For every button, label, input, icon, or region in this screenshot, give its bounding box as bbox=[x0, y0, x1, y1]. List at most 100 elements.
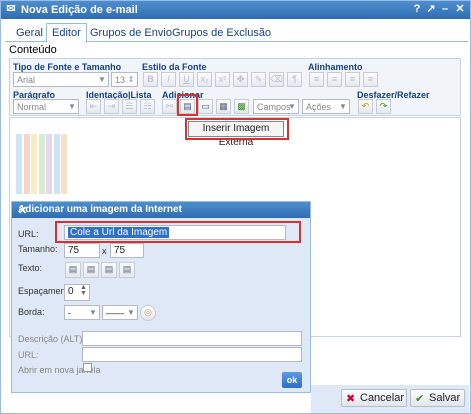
new-window-checkbox[interactable] bbox=[83, 363, 92, 372]
window-app-icon: ✉ bbox=[6, 3, 16, 15]
size-separator: x bbox=[102, 246, 107, 256]
align-center-icon[interactable]: ≡ bbox=[327, 72, 342, 87]
wrap-inline-icon[interactable]: ▤ bbox=[65, 262, 81, 278]
highlight-icon[interactable]: ✎ bbox=[251, 72, 266, 87]
border-color-icon[interactable]: ◎ bbox=[140, 305, 156, 321]
window-title: Nova Edição de e-mail bbox=[21, 4, 138, 16]
tab-editor[interactable]: Editor bbox=[46, 23, 87, 43]
spacing-value: 0 bbox=[68, 286, 74, 297]
bold-icon[interactable]: B bbox=[143, 72, 158, 87]
chevron-down-icon: ▼ bbox=[288, 102, 296, 111]
border-label: Borda: bbox=[18, 307, 45, 317]
check-icon: ✔ bbox=[415, 393, 425, 405]
font-family-value: Arial bbox=[17, 75, 36, 85]
restore-icon[interactable]: ↗ bbox=[425, 3, 437, 16]
tab-grupos-exclusao[interactable]: Grupos de Exclusão bbox=[167, 24, 276, 42]
fields-select[interactable]: Campos ▼ bbox=[253, 99, 299, 114]
chevron-down-icon: ▼ bbox=[98, 75, 106, 84]
save-label: Salvar bbox=[429, 392, 461, 404]
border-style-icon: —— bbox=[106, 308, 124, 318]
link-url-input[interactable] bbox=[82, 347, 302, 362]
chevron-down-icon: ▼ bbox=[127, 308, 135, 317]
height-input[interactable]: 75 bbox=[110, 243, 144, 258]
alt-input[interactable] bbox=[82, 331, 302, 346]
paragraph-value: Normal bbox=[17, 102, 47, 112]
preview-stripe bbox=[61, 134, 67, 194]
clear-format-icon[interactable]: ⌫ bbox=[269, 72, 284, 87]
border-width-value: - bbox=[68, 308, 71, 318]
tab-grupos-envio[interactable]: Grupos de Envio bbox=[85, 24, 177, 42]
width-input[interactable]: 75 bbox=[64, 243, 100, 258]
paragraph-select[interactable]: Normal ▼ bbox=[13, 99, 79, 114]
align-group-label: Alinhamento bbox=[308, 62, 363, 72]
spacing-stepper[interactable]: 0 ▲ ▼ bbox=[64, 284, 90, 301]
underline-icon[interactable]: U bbox=[179, 72, 194, 87]
bullet-list-icon[interactable]: ☰ bbox=[122, 99, 137, 114]
spinner-icon: ▲ ▼ bbox=[80, 284, 87, 297]
style-group-label: Estilo da Fonte bbox=[142, 62, 207, 72]
tooltip-highlight bbox=[185, 118, 289, 140]
cancel-icon: ✖ bbox=[346, 393, 356, 405]
window-titlebar: ✉ Nova Edição de e-mail ? ↗ – ✕ bbox=[1, 1, 470, 19]
tab-bar: Geral Editor Grupos de Envio Grupos de E… bbox=[5, 22, 468, 43]
chevron-down-icon: ▼ bbox=[68, 102, 76, 111]
number-list-icon[interactable]: ☷ bbox=[140, 99, 155, 114]
indent-icon[interactable]: ⇥ bbox=[104, 99, 119, 114]
dialog-titlebar: Adicionar uma imagem da Internet ✕ bbox=[12, 202, 310, 218]
minimize-icon[interactable]: – bbox=[439, 3, 451, 16]
wrap-left-icon[interactable]: ▤ bbox=[83, 262, 99, 278]
insert-image-highlight bbox=[177, 94, 198, 116]
alt-label: Descrição (ALT): bbox=[18, 334, 85, 344]
tab-geral[interactable]: Geral bbox=[11, 24, 48, 42]
font-family-select[interactable]: Arial ▼ bbox=[13, 72, 109, 87]
preview-stripe bbox=[16, 134, 22, 194]
link-icon[interactable]: ⚯ bbox=[162, 99, 177, 114]
spinner-icon: ⇕ bbox=[127, 75, 135, 84]
insert-grid-icon[interactable]: ▩ bbox=[234, 99, 249, 114]
align-left-icon[interactable]: ≡ bbox=[309, 72, 324, 87]
font-size-select[interactable]: 13 ⇕ bbox=[111, 72, 138, 87]
border-style-select[interactable]: —— ▼ bbox=[102, 305, 138, 320]
fields-value: Campos bbox=[257, 102, 291, 112]
paragraph-icon[interactable]: ¶ bbox=[287, 72, 302, 87]
height-value: 75 bbox=[114, 245, 126, 256]
ok-button[interactable]: ok bbox=[282, 372, 302, 388]
wrap-right-icon[interactable]: ▤ bbox=[101, 262, 117, 278]
redo-icon[interactable]: ↷ bbox=[376, 99, 391, 114]
text-wrap-label: Texto: bbox=[18, 263, 43, 273]
preview-stripe bbox=[38, 134, 45, 194]
cancel-button[interactable]: ✖ Cancelar bbox=[341, 389, 407, 407]
font-group-label: Tipo de Fonte e Tamanho bbox=[13, 62, 122, 72]
cancel-label: Cancelar bbox=[360, 392, 405, 404]
align-right-icon[interactable]: ≡ bbox=[345, 72, 360, 87]
size-label: Tamanho: bbox=[18, 244, 58, 254]
dialog-close-icon[interactable]: ✕ bbox=[18, 204, 305, 217]
italic-icon[interactable]: I bbox=[161, 72, 176, 87]
preview-stripe bbox=[46, 134, 52, 194]
content-label: Conteúdo bbox=[9, 44, 57, 56]
insert-image-icon[interactable]: ▭ bbox=[198, 99, 213, 114]
url-label: URL: bbox=[18, 229, 39, 239]
subscript-icon[interactable]: x₂ bbox=[197, 72, 212, 87]
actions-select[interactable]: Ações ▼ bbox=[302, 99, 350, 114]
preview-stripe bbox=[53, 134, 60, 194]
chevron-down-icon: ▼ bbox=[339, 102, 347, 111]
url-input-highlight bbox=[55, 221, 301, 243]
font-size-value: 13 bbox=[115, 75, 126, 85]
width-value: 75 bbox=[68, 245, 80, 256]
wrap-center-icon[interactable]: ▤ bbox=[119, 262, 135, 278]
link-url-label: URL: bbox=[18, 350, 39, 360]
superscript-icon[interactable]: x² bbox=[215, 72, 230, 87]
save-button[interactable]: ✔ Salvar bbox=[410, 389, 465, 407]
outdent-icon[interactable]: ⇤ bbox=[86, 99, 101, 114]
chevron-down-icon: ▼ bbox=[89, 308, 97, 317]
preview-stripe bbox=[23, 134, 30, 194]
align-justify-icon[interactable]: ≡ bbox=[363, 72, 378, 87]
border-width-select[interactable]: - ▼ bbox=[64, 305, 100, 320]
help-icon[interactable]: ? bbox=[411, 3, 423, 16]
close-icon[interactable]: ✕ bbox=[454, 3, 466, 16]
undo-icon[interactable]: ↶ bbox=[358, 99, 373, 114]
actions-value: Ações bbox=[306, 102, 332, 112]
insert-table-icon[interactable]: ▦ bbox=[216, 99, 231, 114]
font-color-icon[interactable]: ✤ bbox=[233, 72, 248, 87]
